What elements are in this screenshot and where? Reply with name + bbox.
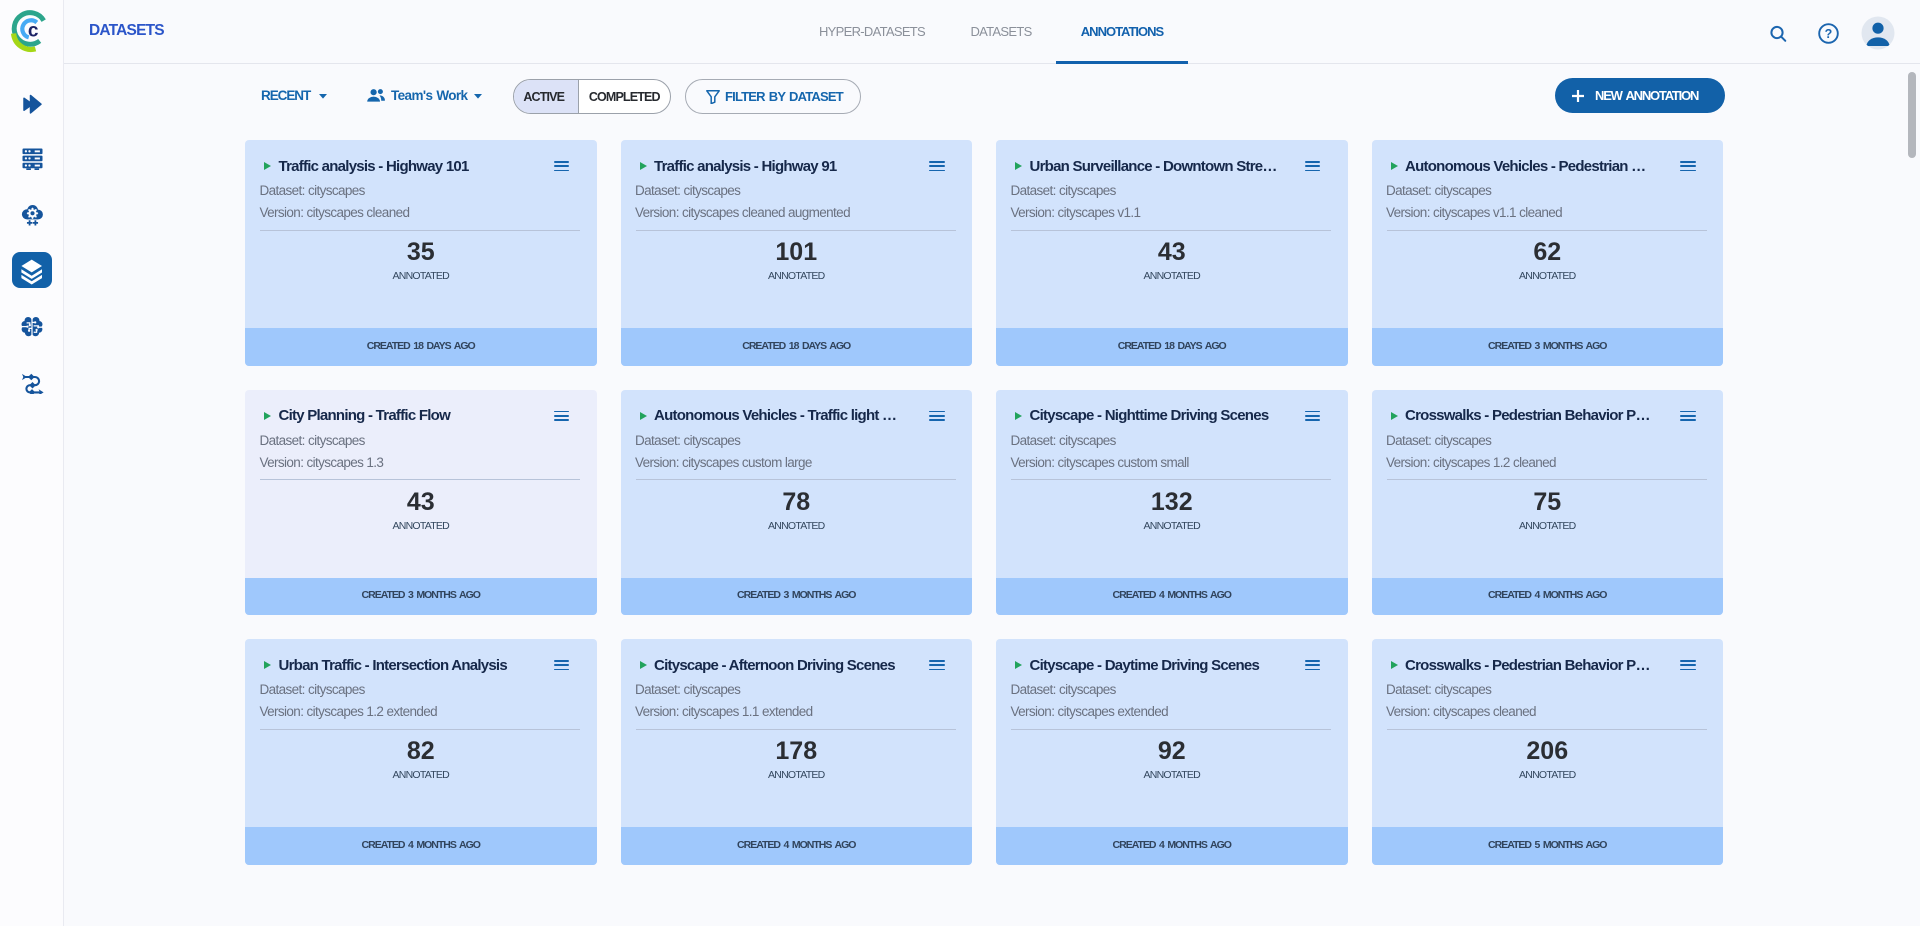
svg-text:c: c [28, 21, 39, 42]
svg-text:?: ? [1825, 27, 1833, 41]
